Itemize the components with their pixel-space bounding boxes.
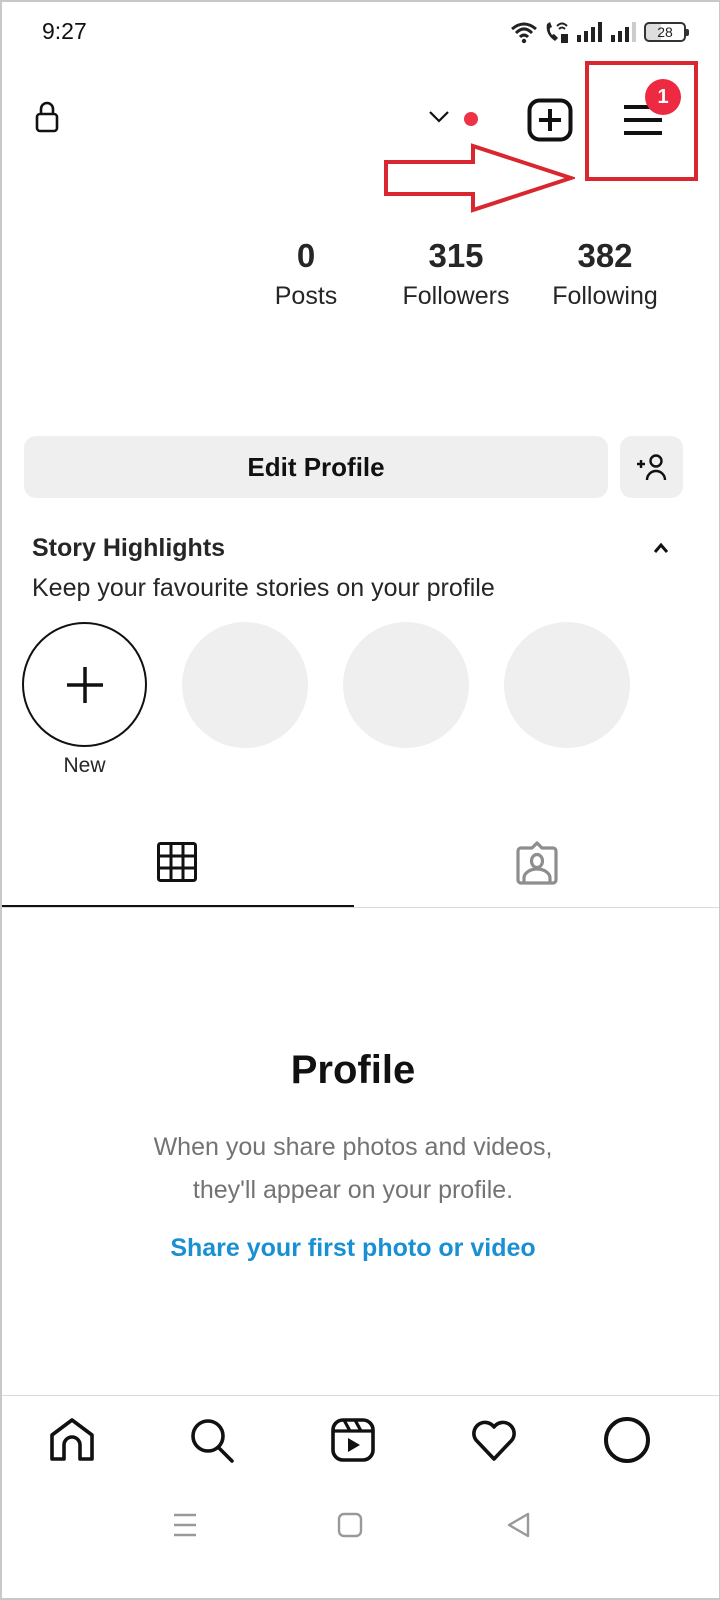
story-highlights-subtitle: Keep your favourite stories on your prof… <box>32 574 495 602</box>
stat-followers-label: Followers <box>402 282 510 310</box>
stat-posts-label: Posts <box>274 282 338 310</box>
nav-home[interactable] <box>42 1412 102 1468</box>
highlight-placeholder <box>504 622 630 748</box>
add-person-icon <box>636 454 666 481</box>
grid-icon <box>157 842 197 882</box>
new-highlight-button[interactable] <box>22 622 147 747</box>
highlight-placeholder <box>182 622 308 748</box>
stat-posts-value: 0 <box>296 237 316 274</box>
new-highlight-label: New <box>63 754 106 777</box>
nav-profile[interactable] <box>597 1412 657 1468</box>
stat-followers[interactable]: 315 Followers <box>376 236 536 316</box>
nav-activity[interactable] <box>464 1412 524 1468</box>
stat-following[interactable]: 382 Following <box>525 236 685 316</box>
tab-tagged[interactable] <box>354 820 720 908</box>
search-icon <box>191 1419 234 1463</box>
wifi-call-icon <box>546 22 568 43</box>
signal-sim1-icon <box>577 22 602 42</box>
tab-grid[interactable] <box>0 820 354 908</box>
wifi-icon <box>511 22 537 44</box>
system-home-button[interactable] <box>330 1505 370 1545</box>
status-icons: 28 <box>510 18 689 46</box>
empty-state-line-2: they'll appear on your profile. <box>192 1176 514 1204</box>
heart-icon <box>472 1420 516 1461</box>
highlight-box-annotation <box>585 61 698 181</box>
right-arrow-annotation <box>384 143 575 213</box>
empty-state-line-1: When you share photos and videos, <box>153 1133 553 1161</box>
home-icon <box>50 1418 94 1461</box>
lock-icon <box>35 101 59 133</box>
stat-following-label: Following <box>552 282 658 310</box>
tagged-person-icon <box>516 841 558 885</box>
back-triangle-icon <box>507 1512 530 1538</box>
system-back-button[interactable] <box>499 1505 539 1545</box>
battery-indicator: 28 <box>644 22 689 42</box>
profile-avatar-icon <box>604 1417 650 1463</box>
tab-divider <box>0 907 720 908</box>
nav-reels[interactable] <box>323 1412 383 1468</box>
empty-state-text: When you share photos and videos, they'l… <box>0 1126 706 1212</box>
edit-profile-button[interactable]: Edit Profile <box>24 436 608 498</box>
home-square-icon <box>337 1512 363 1538</box>
stat-followers-value: 315 <box>428 237 484 274</box>
share-first-photo-link[interactable]: Share your first photo or video <box>0 1234 706 1263</box>
stat-following-value: 382 <box>577 237 633 274</box>
story-highlights-title: Story Highlights <box>32 534 226 562</box>
system-recents-button[interactable] <box>165 1505 205 1545</box>
highlight-placeholder <box>343 622 469 748</box>
notification-dot <box>464 112 478 126</box>
nav-search[interactable] <box>182 1412 242 1468</box>
signal-sim2-icon <box>611 22 636 42</box>
recents-icon <box>174 1513 196 1537</box>
discover-people-button[interactable] <box>620 436 683 498</box>
stat-posts[interactable]: 0 Posts <box>226 236 386 316</box>
chevron-down-icon[interactable] <box>428 108 450 124</box>
bottom-nav-divider <box>0 1395 720 1396</box>
plus-square-icon[interactable] <box>527 98 573 142</box>
plus-icon <box>66 666 103 703</box>
empty-state-title: Profile <box>290 1048 416 1092</box>
status-time: 9:27 <box>42 18 87 44</box>
reels-icon <box>331 1418 375 1462</box>
chevron-up-icon[interactable] <box>650 540 672 556</box>
